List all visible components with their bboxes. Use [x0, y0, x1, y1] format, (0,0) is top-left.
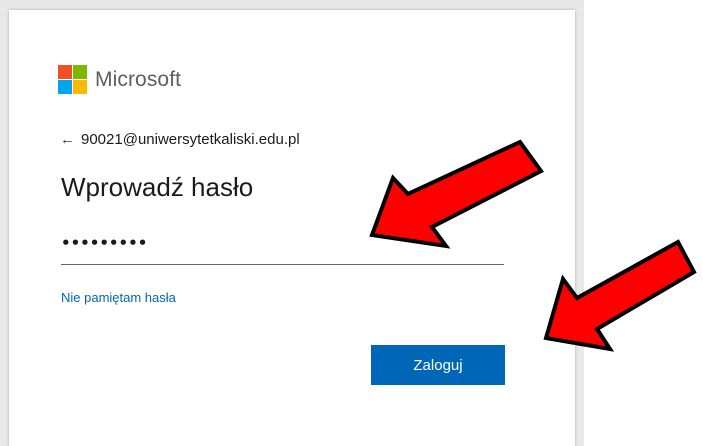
annotation-arrow-signin-shape — [543, 239, 697, 352]
annotation-arrow-signin — [543, 239, 697, 352]
screenshot-stage: Microsoft ← 90021@uniwersytetkaliski.edu… — [0, 0, 703, 446]
